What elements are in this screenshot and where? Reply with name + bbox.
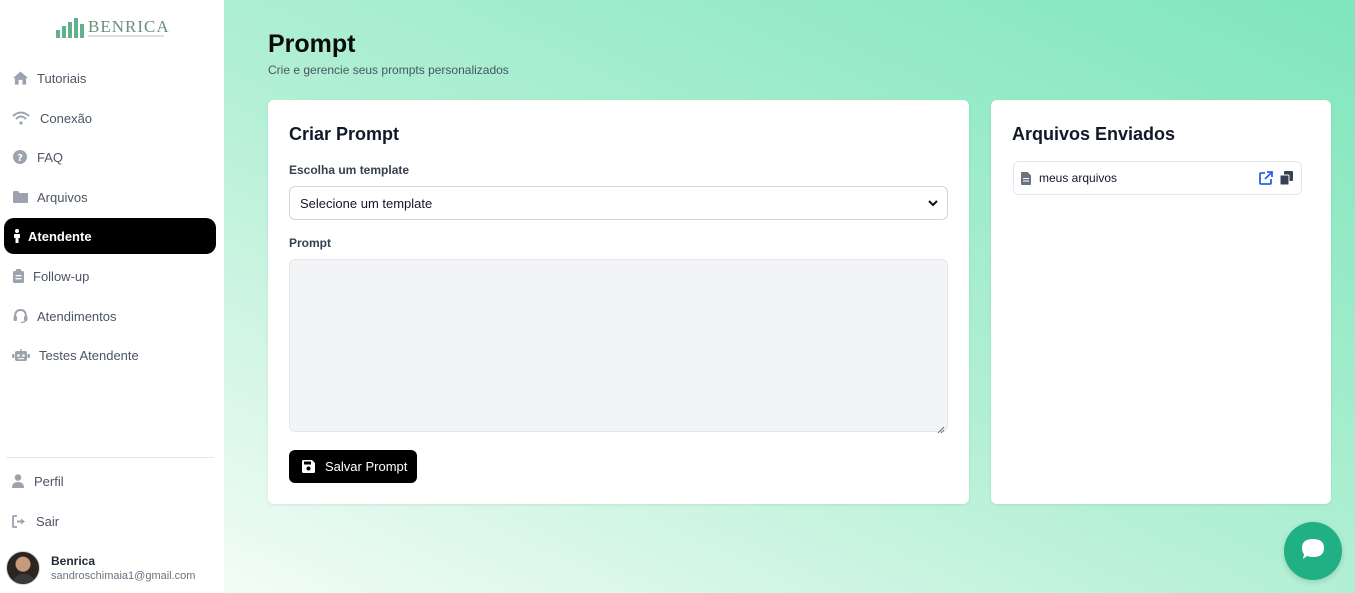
sidebar-item-label: Follow-up <box>33 268 90 284</box>
sidebar-item-arquivos[interactable]: Arquivos <box>4 179 216 215</box>
sidebar-item-faq[interactable]: ? FAQ <box>4 139 216 175</box>
clipboard-icon <box>12 268 24 284</box>
prompt-label: Prompt <box>289 236 331 250</box>
person-icon <box>12 228 22 244</box>
external-link-icon[interactable] <box>1259 171 1273 185</box>
sidebar-item-testes-atendente[interactable]: Testes Atendente <box>4 337 216 373</box>
logo-bars-icon <box>56 16 84 38</box>
sidebar-item-atendimentos[interactable]: Atendimentos <box>4 298 216 334</box>
sidebar-item-label: Atendimentos <box>37 308 117 324</box>
sidebar-item-label: Arquivos <box>37 189 88 205</box>
logout-icon <box>12 513 26 529</box>
chevron-down-icon <box>927 197 939 209</box>
save-prompt-label: Salvar Prompt <box>325 459 408 474</box>
file-name: meus arquivos <box>1039 171 1118 185</box>
user-name: Benrica <box>51 553 96 568</box>
sidebar-item-follow-up[interactable]: Follow-up <box>4 258 216 294</box>
main-content: Prompt Crie e gerencie seus prompts pers… <box>224 0 1355 593</box>
create-prompt-card: Criar Prompt Escolha um template Selecio… <box>268 100 969 504</box>
folder-icon <box>12 189 28 205</box>
user-email: sandroschimaia1@gmail.com <box>51 569 196 582</box>
prompt-textarea[interactable] <box>289 259 948 434</box>
sidebar-item-tutoriais[interactable]: Tutoriais <box>4 60 216 96</box>
file-icon <box>1021 171 1032 185</box>
sidebar-item-atendente[interactable]: Atendente <box>4 218 216 254</box>
sidebar: BENRICA Tutoriais Conexão ? FAQ Arquivos… <box>0 0 224 593</box>
sidebar-item-label: Perfil <box>34 473 64 489</box>
template-label: Escolha um template <box>289 163 410 177</box>
user-icon <box>12 473 24 489</box>
brand-logo[interactable]: BENRICA <box>56 12 170 38</box>
chat-button[interactable] <box>1284 522 1342 580</box>
page-title: Prompt <box>268 30 356 58</box>
floppy-disk-icon <box>302 460 315 473</box>
copy-icon[interactable] <box>1280 171 1294 185</box>
list-item[interactable]: meus arquivos <box>1013 161 1302 195</box>
robot-icon <box>12 347 30 363</box>
save-prompt-button[interactable]: Salvar Prompt <box>289 450 417 483</box>
headset-icon <box>12 308 28 324</box>
sidebar-item-label: Atendente <box>28 228 92 244</box>
home-icon <box>12 70 28 86</box>
logo-tagline-mark <box>88 35 164 37</box>
user-profile[interactable]: Benrica sandroschimaia1@gmail.com <box>6 551 195 585</box>
sidebar-item-label: Tutoriais <box>37 70 87 86</box>
sidebar-item-perfil[interactable]: Perfil <box>4 463 216 499</box>
question-icon: ? <box>12 149 28 165</box>
avatar <box>6 551 40 585</box>
chat-bubble-icon <box>1301 538 1325 565</box>
sidebar-item-label: Conexão <box>40 110 93 126</box>
sidebar-item-label: Sair <box>36 513 60 529</box>
sidebar-item-label: FAQ <box>37 149 64 165</box>
card-title: Arquivos Enviados <box>1012 124 1176 144</box>
sidebar-item-conexao[interactable]: Conexão <box>4 100 216 136</box>
sidebar-item-label: Testes Atendente <box>39 347 139 363</box>
template-select-value: Selecione um template <box>300 195 433 211</box>
svg-text:?: ? <box>17 153 23 164</box>
template-select[interactable]: Selecione um template <box>289 186 948 220</box>
sidebar-item-sair[interactable]: Sair <box>4 503 216 539</box>
sidebar-divider <box>6 457 214 458</box>
card-title: Criar Prompt <box>289 124 400 144</box>
resize-grip-icon[interactable] <box>937 421 945 434</box>
wifi-icon <box>12 110 30 126</box>
page-subtitle: Crie e gerencie seus prompts personaliza… <box>268 63 509 77</box>
uploaded-files-card: Arquivos Enviados meus arquivos <box>991 100 1331 504</box>
